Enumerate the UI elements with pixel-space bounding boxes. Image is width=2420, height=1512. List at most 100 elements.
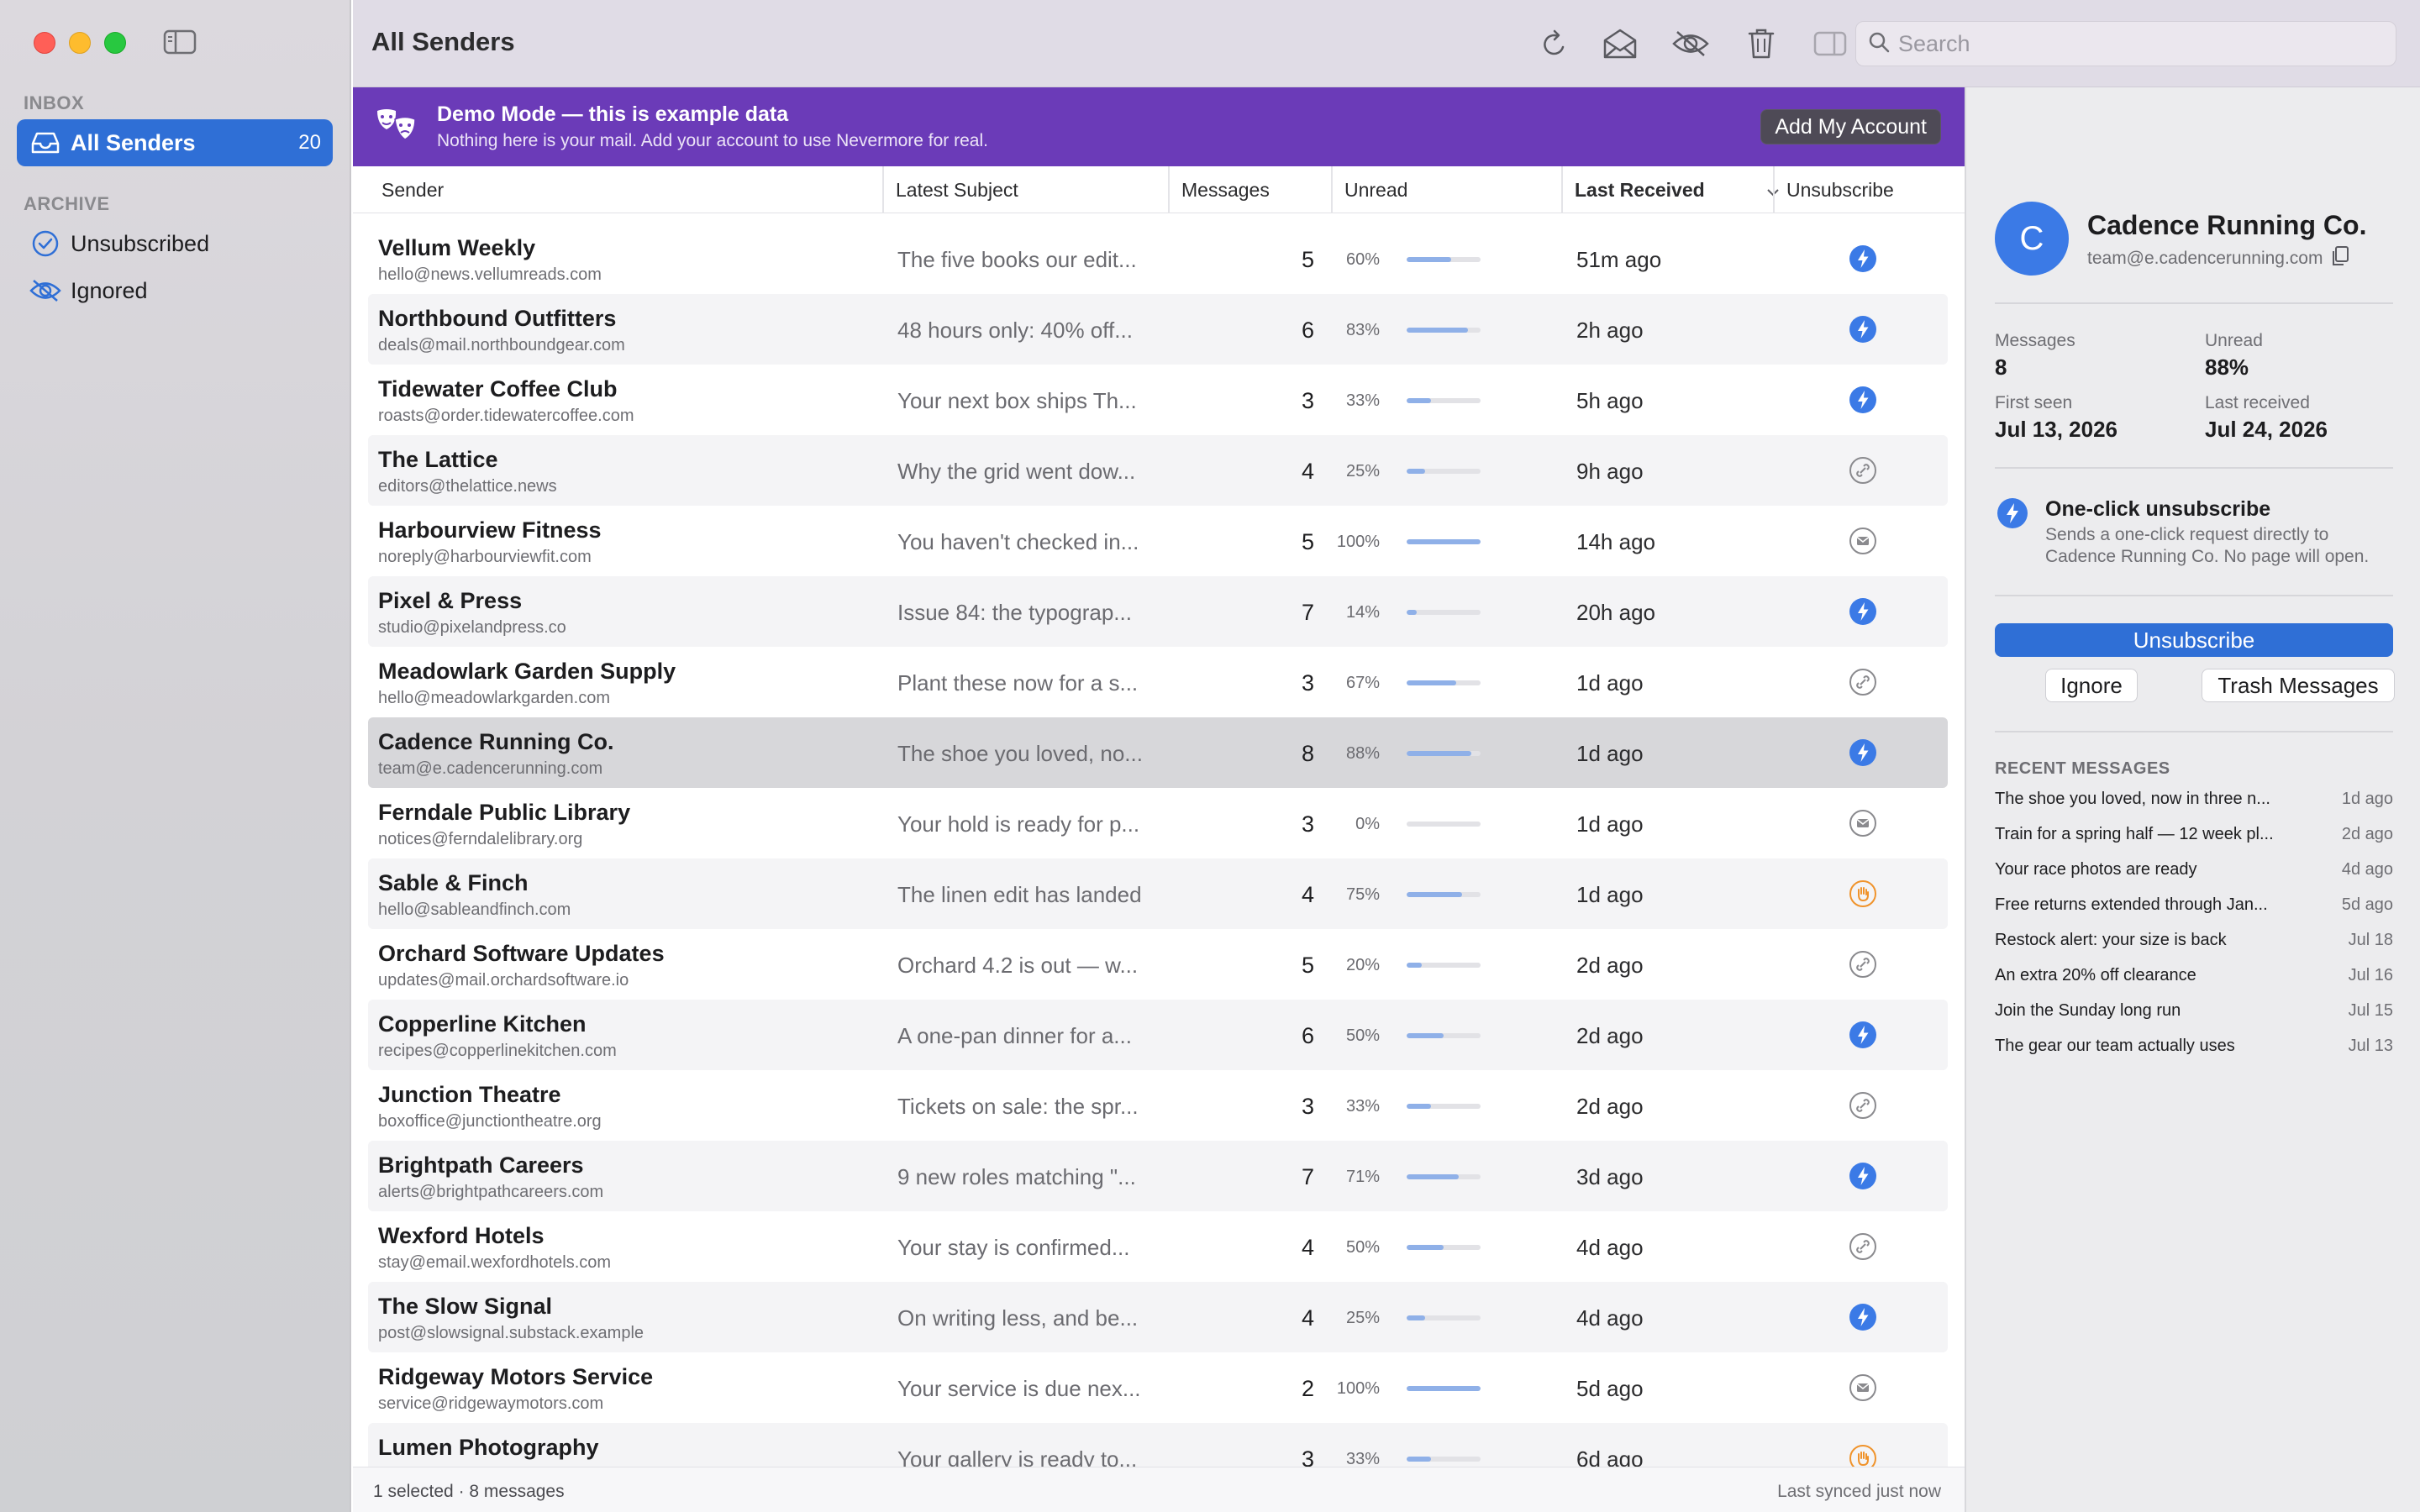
last-received: 1d ago [1576, 882, 1644, 907]
column-header-unread[interactable]: Unread [1331, 166, 1407, 213]
envelope-open-icon[interactable] [1600, 24, 1640, 64]
table-row[interactable]: Harbourview Fitness noreply@harbourviewfi… [368, 506, 1948, 576]
sidebar-item-label: Ignored [71, 277, 148, 303]
demo-banner: Demo Mode — this is example data Nothing… [353, 87, 1965, 166]
recent-message-date: 1d ago [2341, 790, 2393, 808]
hand-raised-icon[interactable] [1849, 1444, 1877, 1467]
close-window-button[interactable] [34, 32, 55, 54]
table-row[interactable]: Pixel & Press studio@pixelandpress.co Issu… [368, 576, 1948, 647]
stat-unread-label: Unread [2205, 331, 2263, 350]
stat-last-received-value: Jul 24, 2026 [2205, 417, 2328, 442]
sidebar-item-unsubscribed[interactable]: Unsubscribed [17, 220, 333, 267]
table-row[interactable]: Northbound Outfitters deals@mail.northbou… [368, 294, 1948, 365]
recent-message-item[interactable]: An extra 20% off clearance Jul 16 [1995, 966, 2393, 1001]
unread-bar-fill [1407, 1457, 1432, 1462]
recent-message-item[interactable]: Train for a spring half — 12 week pl... 2… [1995, 825, 2393, 860]
unread-bar-fill [1407, 1386, 1481, 1391]
table-row[interactable]: Junction Theatre boxoffice@junctiontheatr… [368, 1070, 1948, 1141]
search-input[interactable] [1898, 30, 2369, 57]
recent-message-item[interactable]: Join the Sunday long run Jul 15 [1995, 1001, 2393, 1037]
link-icon[interactable] [1849, 950, 1877, 979]
envelope-icon[interactable] [1849, 1373, 1877, 1402]
bolt-icon[interactable] [1849, 1303, 1877, 1331]
link-icon[interactable] [1849, 1232, 1877, 1261]
unread-bar-fill [1407, 1033, 1444, 1038]
table-row[interactable]: Sable & Finch hello@sableandfinch.com The … [368, 858, 1948, 929]
sidebar-toggle-icon[interactable] [163, 29, 197, 55]
recent-message-item[interactable]: Your race photos are ready 4d ago [1995, 860, 2393, 895]
eye-slash-icon[interactable] [1670, 24, 1711, 64]
sender-name: Northbound Outfitters [378, 306, 617, 331]
table-row[interactable]: Meadowlark Garden Supply hello@meadowlark… [368, 647, 1948, 717]
recent-message-item[interactable]: Free returns extended through Jan... 5d a… [1995, 895, 2393, 931]
table-row[interactable]: Ferndale Public Library notices@ferndalel… [368, 788, 1948, 858]
table-row[interactable]: Vellum Weekly hello@news.vellumreads.com T… [368, 223, 1948, 294]
link-icon[interactable] [1849, 1091, 1877, 1120]
sidebar-item-ignored[interactable]: Ignored [17, 267, 333, 314]
table-row[interactable]: The Slow Signal post@slowsignal.substack.… [368, 1282, 1948, 1352]
bolt-icon[interactable] [1849, 315, 1877, 344]
stat-first-seen-label: First seen [1995, 393, 2073, 412]
bolt-icon[interactable] [1849, 738, 1877, 767]
link-icon[interactable] [1849, 456, 1877, 485]
column-header-latest-subject[interactable]: Latest Subject [882, 166, 1018, 213]
hand-raised-icon[interactable] [1849, 879, 1877, 908]
refresh-icon[interactable] [1534, 24, 1575, 64]
zoom-window-button[interactable] [104, 32, 126, 54]
recent-message-item[interactable]: The gear our team actually uses Jul 13 [1995, 1037, 2393, 1072]
table-row[interactable]: Copperline Kitchen recipes@copperlinekitc… [368, 1000, 1948, 1070]
minimize-window-button[interactable] [69, 32, 91, 54]
table-row[interactable]: Wexford Hotels stay@email.wexfordhotels.c… [368, 1211, 1948, 1282]
bolt-icon[interactable] [1849, 1162, 1877, 1190]
column-header-sender[interactable]: Sender [370, 166, 444, 213]
table-row[interactable]: The Lattice editors@thelattice.news Why th… [368, 435, 1948, 506]
link-icon[interactable] [1849, 668, 1877, 696]
copy-icon[interactable] [2331, 245, 2349, 272]
unread-bar [1407, 1386, 1481, 1391]
table-row[interactable]: Tidewater Coffee Club roasts@order.tidewa… [368, 365, 1948, 435]
sidebar-item-label: Unsubscribed [71, 230, 210, 256]
bolt-icon[interactable] [1849, 244, 1877, 273]
table-row[interactable]: Cadence Running Co. team@e.cadencerunning… [368, 717, 1948, 788]
column-header-messages[interactable]: Messages [1168, 166, 1270, 213]
unread-bar [1407, 257, 1481, 262]
unread-bar-fill [1407, 328, 1469, 333]
trash-messages-button[interactable]: Trash Messages [2202, 669, 2395, 702]
unread-bar [1407, 822, 1481, 827]
sender-name: Ferndale Public Library [378, 800, 631, 825]
add-account-button[interactable]: Add My Account [1760, 109, 1941, 144]
unread-percent: 25% [1345, 462, 1380, 480]
unread-bar-fill [1407, 398, 1432, 403]
search-icon [1868, 31, 1890, 57]
table-row[interactable]: Orchard Software Updates updates@mail.orc… [368, 929, 1948, 1000]
unread-percent: 14% [1345, 603, 1380, 622]
unsubscribe-button[interactable]: Unsubscribe [1995, 623, 2393, 657]
table-row[interactable]: Lumen Photographyhello@lumenphoto.coYour… [368, 1423, 1948, 1467]
app-window: INBOX All Senders 20 ARCHIVE Unsubscribe… [0, 0, 2420, 1512]
bolt-icon[interactable] [1849, 386, 1877, 414]
search-field[interactable] [1855, 21, 2396, 66]
message-count: 2 [1301, 1376, 1314, 1401]
sidebar-item-all-senders[interactable]: All Senders 20 [17, 119, 333, 166]
ignore-button[interactable]: Ignore [2045, 669, 2138, 702]
recent-message-item[interactable]: Restock alert: your size is back Jul 18 [1995, 931, 2393, 966]
envelope-icon[interactable] [1849, 527, 1877, 555]
checkmark-circle-icon [29, 227, 62, 260]
last-received: 1d ago [1576, 741, 1644, 766]
sidebar-right-icon[interactable] [1810, 24, 1850, 64]
column-header-unsubscribe[interactable]: Unsubscribe [1773, 166, 1894, 213]
table-row[interactable]: Brightpath Careers alerts@brightpathcaree… [368, 1141, 1948, 1211]
recent-message-item[interactable]: The shoe you loved, now in three n... 1d … [1995, 790, 2393, 825]
envelope-icon[interactable] [1849, 809, 1877, 837]
trash-icon[interactable] [1741, 24, 1781, 64]
detail-sender-email: team@e.cadencerunning.com [2087, 249, 2323, 268]
column-header-last-received[interactable]: Last Received [1561, 166, 1790, 213]
bolt-icon[interactable] [1849, 597, 1877, 626]
unread-percent: 100% [1336, 533, 1380, 551]
inbox-tray-icon [29, 126, 62, 160]
bolt-icon[interactable] [1849, 1021, 1877, 1049]
unread-bar [1407, 1033, 1481, 1038]
unread-bar-fill [1407, 1245, 1444, 1250]
table-row[interactable]: Ridgeway Motors Service service@ridgewaym… [368, 1352, 1948, 1423]
stat-unread-value: 88% [2205, 354, 2249, 380]
